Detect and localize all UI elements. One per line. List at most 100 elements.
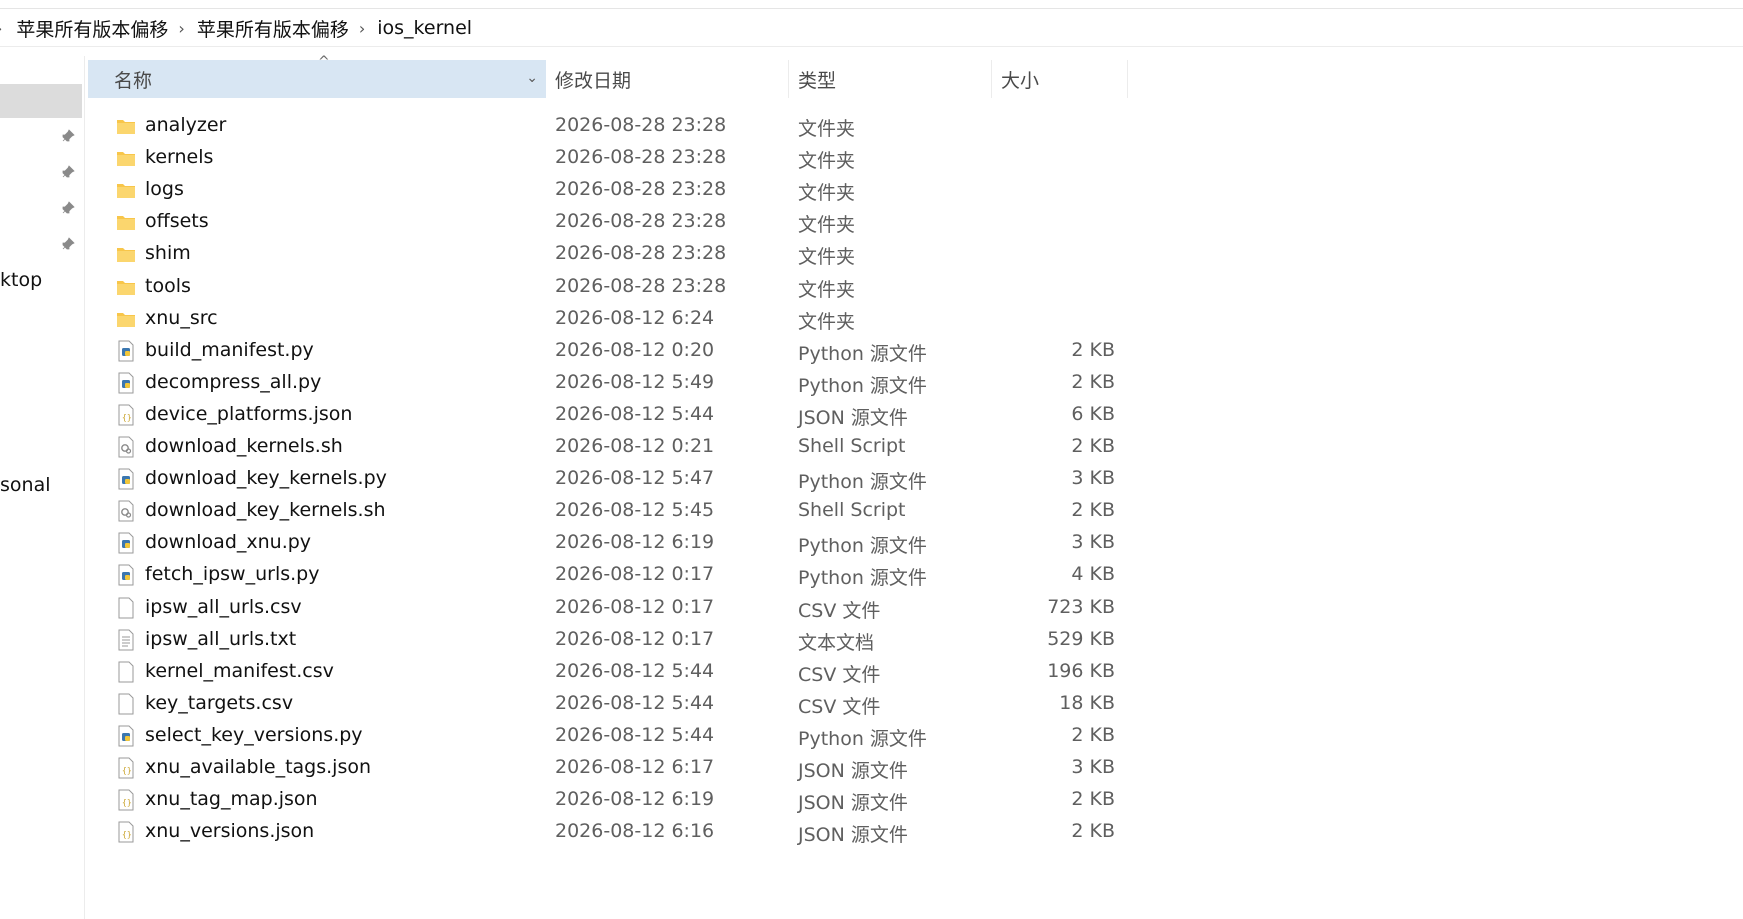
folder-icon [116, 179, 136, 201]
file-name[interactable]: build_manifest.py [145, 339, 314, 361]
file-row[interactable]: offsets 2026-08-28 23:28 文件夹 [88, 206, 1128, 238]
file-row[interactable]: {} device_platforms.json 2026-08-12 5:44 JS… [88, 399, 1128, 431]
file-date: 2026-08-12 6:24 [555, 306, 715, 329]
file-type: 文本文档 [798, 631, 875, 654]
pin-icon[interactable] [60, 164, 76, 180]
csv-file-icon [116, 693, 136, 715]
file-row[interactable]: tools 2026-08-28 23:28 文件夹 [88, 271, 1128, 303]
file-name[interactable]: download_xnu.py [145, 531, 311, 553]
breadcrumb-item-parent[interactable]: 苹果所有版本偏移 [197, 15, 349, 42]
python-file-icon-graphic [118, 532, 134, 554]
pin-icon[interactable] [60, 200, 76, 216]
file-name[interactable]: ipsw_all_urls.txt [145, 628, 296, 650]
file-name[interactable]: kernel_manifest.csv [145, 660, 334, 682]
file-row[interactable]: analyzer 2026-08-28 23:28 文件夹 [88, 110, 1128, 142]
file-name[interactable]: logs [145, 178, 184, 200]
file-name[interactable]: device_platforms.json [145, 403, 352, 425]
svg-text:{}: {} [122, 413, 132, 422]
file-row[interactable]: build_manifest.py 2026-08-12 0:20 Python 源… [88, 335, 1128, 367]
window-top-edge [0, 0, 1743, 9]
column-header-type[interactable]: 类型 [789, 60, 992, 98]
file-type: 文件夹 [798, 246, 856, 269]
file-row[interactable]: fetch_ipsw_urls.py 2026-08-12 0:17 Python … [88, 559, 1128, 591]
file-row[interactable]: logs 2026-08-28 23:28 文件夹 [88, 174, 1128, 206]
file-row[interactable]: {} xnu_available_tags.json 2026-08-12 6:17… [88, 752, 1128, 784]
file-row[interactable]: xnu_src 2026-08-12 6:24 文件夹 [88, 303, 1128, 335]
shell-script-icon-graphic [118, 436, 134, 458]
file-name[interactable]: kernels [145, 146, 213, 168]
file-size: 3 KB [1071, 531, 1115, 554]
json-file-icon-graphic: {} [118, 404, 134, 426]
file-row[interactable]: kernels 2026-08-28 23:28 文件夹 [88, 142, 1128, 174]
file-name[interactable]: xnu_available_tags.json [145, 756, 371, 778]
file-name[interactable]: fetch_ipsw_urls.py [145, 563, 319, 585]
file-row[interactable]: kernel_manifest.csv 2026-08-12 5:44 CSV 文件… [88, 656, 1128, 688]
chevron-right-icon[interactable]: › [0, 19, 2, 38]
file-name[interactable]: shim [145, 242, 191, 264]
file-name[interactable]: key_targets.csv [145, 692, 293, 714]
file-row[interactable]: select_key_versions.py 2026-08-12 5:44 Pyt… [88, 720, 1128, 752]
folder-icon [116, 276, 136, 298]
file-date: 2026-08-12 0:21 [555, 435, 715, 457]
file-type: CSV 文件 [798, 599, 881, 622]
file-name[interactable]: select_key_versions.py [145, 724, 363, 746]
file-row[interactable]: {} xnu_tag_map.json 2026-08-12 6:19 JSON 源文… [88, 784, 1128, 816]
json-file-icon-graphic: {} [118, 821, 134, 843]
file-row[interactable]: download_key_kernels.sh 2026-08-12 5:45 Sh… [88, 495, 1128, 527]
file-date: 2026-08-12 0:17 [555, 563, 715, 586]
file-size: 2 KB [1071, 788, 1115, 811]
sidebar-item-desktop[interactable]: ktop [0, 269, 42, 291]
file-type: JSON 源文件 [798, 406, 908, 429]
folder-icon-graphic [117, 120, 135, 134]
column-header-size[interactable]: 大小 [992, 60, 1128, 98]
file-date: 2026-08-12 5:44 [555, 402, 715, 425]
file-date: 2026-08-28 23:28 [555, 274, 727, 297]
chevron-down-icon[interactable]: ⌄ [526, 70, 538, 86]
file-name[interactable]: xnu_versions.json [145, 820, 314, 842]
file-row[interactable]: key_targets.csv 2026-08-12 5:44 CSV 文件 18 K… [88, 688, 1128, 720]
file-name[interactable]: decompress_all.py [145, 371, 321, 393]
file-date: 2026-08-12 5:49 [555, 370, 715, 393]
file-name[interactable]: offsets [145, 210, 209, 232]
folder-icon [116, 308, 136, 330]
file-date: 2026-08-12 0:17 [555, 627, 715, 650]
file-name[interactable]: download_key_kernels.sh [145, 499, 386, 521]
file-name[interactable]: ipsw_all_urls.csv [145, 596, 302, 618]
file-name[interactable]: download_kernels.sh [145, 435, 343, 457]
file-row[interactable]: ipsw_all_urls.txt 2026-08-12 0:17 文本文档 529 … [88, 624, 1128, 656]
file-row[interactable]: decompress_all.py 2026-08-12 5:49 Python 源… [88, 367, 1128, 399]
file-row[interactable]: download_key_kernels.py 2026-08-12 5:47 Py… [88, 463, 1128, 495]
file-row[interactable]: shim 2026-08-28 23:28 文件夹 [88, 238, 1128, 270]
svg-text:{}: {} [122, 830, 132, 839]
file-name[interactable]: tools [145, 275, 191, 297]
column-header-name[interactable]: 名称 ^ ⌄ [88, 54, 546, 98]
pin-icon[interactable] [60, 128, 76, 144]
json-file-icon-graphic: {} [118, 757, 134, 779]
file-row[interactable]: ipsw_all_urls.csv 2026-08-12 0:17 CSV 文件 72… [88, 592, 1128, 624]
file-date: 2026-08-28 23:28 [555, 178, 727, 201]
file-row[interactable]: {} xnu_versions.json 2026-08-12 6:16 JSON 源… [88, 816, 1128, 848]
sidebar-item-selected[interactable] [0, 84, 82, 118]
file-name[interactable]: analyzer [145, 114, 226, 136]
column-header-date[interactable]: 修改日期 [547, 60, 789, 98]
python-file-icon [116, 340, 136, 362]
sidebar-item-personal[interactable]: sonal [0, 474, 51, 496]
folder-icon [116, 211, 136, 233]
file-name[interactable]: xnu_src [145, 307, 218, 329]
csv-file-icon-graphic [118, 597, 134, 618]
file-row[interactable]: download_xnu.py 2026-08-12 6:19 Python 源文件… [88, 527, 1128, 559]
file-size: 723 KB [1047, 595, 1115, 618]
python-file-icon-graphic [118, 372, 134, 394]
file-date: 2026-08-12 6:17 [555, 756, 715, 778]
file-name[interactable]: xnu_tag_map.json [145, 788, 318, 810]
file-size: 529 KB [1047, 627, 1115, 650]
breadcrumb-item-current[interactable]: ios_kernel [377, 17, 472, 39]
file-name[interactable]: download_key_kernels.py [145, 467, 387, 489]
file-type: 文件夹 [798, 278, 856, 301]
chevron-right-icon[interactable]: › [359, 19, 365, 38]
file-row[interactable]: download_kernels.sh 2026-08-12 0:21 Shell … [88, 431, 1128, 463]
pin-icon[interactable] [60, 236, 76, 252]
breadcrumb-item-root[interactable]: 苹果所有版本偏移 [16, 15, 168, 42]
column-header-type-label: 类型 [798, 69, 837, 92]
chevron-right-icon[interactable]: › [178, 19, 184, 38]
